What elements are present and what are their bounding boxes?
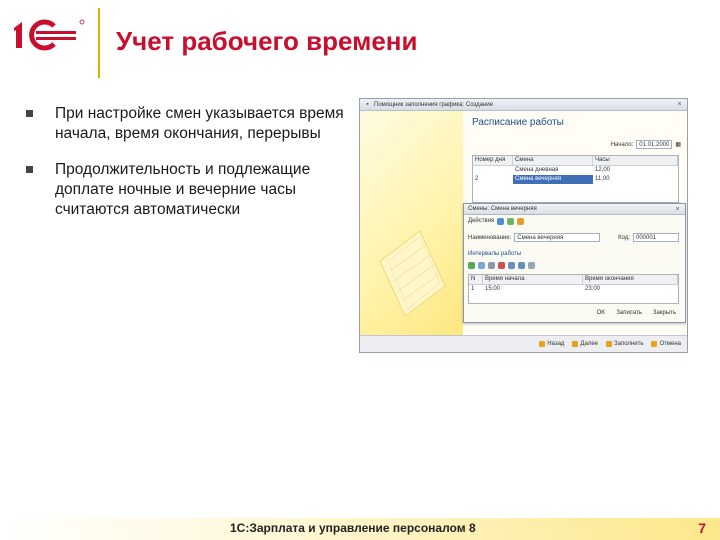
grid-cell: 11,00 <box>595 176 610 182</box>
sort-icon[interactable] <box>528 262 535 269</box>
close-icon[interactable]: × <box>676 101 683 108</box>
name-label: Наименование: <box>468 234 512 241</box>
start-date-field[interactable]: 01.01.2000 <box>636 140 673 149</box>
ok-button[interactable]: OK <box>594 309 609 318</box>
code-field[interactable]: 000001 <box>633 233 679 242</box>
next-label: Далее <box>580 341 598 347</box>
window-title: Помощник заполнения графика: Создание <box>374 101 493 108</box>
help-icon[interactable] <box>517 217 525 225</box>
bullet-item: Продолжительность и подлежащие доплате н… <box>26 160 346 220</box>
name-field[interactable]: Смена вечерняя <box>514 233 601 242</box>
code-label: Код: <box>618 234 630 241</box>
dialog-buttons: OK Записать Закрыть <box>594 309 679 318</box>
page-number: 7 <box>698 520 706 536</box>
grid-cell: 2 <box>475 176 479 182</box>
actions-menu[interactable]: Действия <box>468 218 494 224</box>
grid-header: Номер дня Смена Часы <box>473 156 678 166</box>
start-date-row: Начало: 01.01.2000 ▦ <box>611 140 681 149</box>
wizard-footer: Назад Далее Заполнить Отмена <box>360 335 687 352</box>
grid-cell <box>473 166 513 175</box>
down-icon[interactable] <box>518 262 525 269</box>
wizard-illustration <box>360 111 463 337</box>
start-label: Начало: <box>610 141 634 148</box>
grid-header-cell: Время окончания <box>583 275 678 284</box>
schedule-grid[interactable]: Номер дня Смена Часы Смена дневная 12,00… <box>472 155 679 203</box>
copy-icon[interactable] <box>478 262 485 269</box>
grid-header-cell: Номер дня <box>473 156 513 165</box>
close-icon[interactable]: × <box>674 206 681 213</box>
next-icon <box>572 341 579 347</box>
table-row[interactable]: 2 Смена вечерняя 11,00 <box>473 175 678 184</box>
add-icon[interactable] <box>468 262 475 269</box>
up-icon[interactable] <box>508 262 515 269</box>
refresh-icon[interactable] <box>507 217 515 225</box>
bullet-list: При настройке смен указывается время нач… <box>26 104 346 236</box>
dialog-titlebar: Смены: Смена вечерняя × <box>464 204 685 215</box>
delete-icon[interactable] <box>498 262 505 269</box>
intervals-grid[interactable]: N Время начала Время окончания 1 15:00 2… <box>468 274 679 304</box>
cancel-icon <box>651 341 658 347</box>
cancel-button[interactable]: Отмена <box>651 341 681 347</box>
grid-header-cell: Смена <box>513 156 593 165</box>
grid-cell: 23:00 <box>585 286 601 292</box>
back-label: Назад <box>547 341 565 347</box>
bullet-marker <box>26 110 33 117</box>
intervals-toolbar <box>468 262 535 269</box>
grid-header-cell: N <box>469 275 483 284</box>
bullet-text: При настройке смен указывается время нач… <box>55 105 344 142</box>
table-row[interactable]: 1 15:00 23:00 <box>469 285 678 294</box>
grid-header-cell: Часы <box>593 156 678 165</box>
fill-label: Заполнить <box>614 341 644 347</box>
next-button[interactable]: Далее <box>572 341 598 347</box>
save-button[interactable]: Записать <box>613 309 645 318</box>
name-row: Наименование: Смена вечерняя Код: 000001 <box>468 233 679 242</box>
bullet-marker <box>26 166 33 173</box>
shift-dialog: Смены: Смена вечерняя × Действия Наимено… <box>463 203 686 323</box>
grid-cell: 15:00 <box>485 286 501 292</box>
wizard-title: Расписание работы <box>472 117 564 128</box>
cancel-label: Отмена <box>659 341 681 347</box>
calendar-illustration-icon <box>379 230 446 317</box>
grid-cell-selected: Смена вечерняя <box>513 175 593 184</box>
fill-icon <box>606 341 612 347</box>
save-icon[interactable] <box>497 217 505 225</box>
grid-cell: Смена дневная <box>515 167 559 173</box>
header-divider <box>98 8 100 78</box>
window-icon: ▪ <box>366 101 369 108</box>
grid-cell: 12,00 <box>595 167 611 173</box>
bullet-text: Продолжительность и подлежащие доплате н… <box>55 161 311 218</box>
grid-header-cell: Время начала <box>483 275 583 284</box>
1c-logo <box>14 19 85 51</box>
back-button[interactable]: Назад <box>539 341 564 347</box>
slide-title: Учет рабочего времени <box>116 26 418 56</box>
grid-header: N Время начала Время окончания <box>469 275 678 285</box>
calendar-icon[interactable]: ▦ <box>675 141 681 148</box>
embedded-screenshot: ▪ Помощник заполнения графика: Создание … <box>359 98 688 353</box>
close-button[interactable]: Закрыть <box>650 309 679 318</box>
table-row[interactable]: Смена дневная 12,00 <box>473 166 678 175</box>
fill-button[interactable]: Заполнить <box>606 341 643 347</box>
section-label: Интервалы работы <box>468 251 522 257</box>
edit-icon[interactable] <box>488 262 495 269</box>
window-titlebar: ▪ Помощник заполнения графика: Создание … <box>360 99 687 111</box>
back-icon <box>539 341 546 347</box>
dialog-toolbar: Действия <box>464 215 685 227</box>
bullet-item: При настройке смен указывается время нач… <box>26 104 346 144</box>
footer-caption: 1С:Зарплата и управление персоналом 8 <box>230 521 476 535</box>
dialog-title: Смены: Смена вечерняя <box>468 206 537 212</box>
grid-cell: 1 <box>471 286 475 292</box>
